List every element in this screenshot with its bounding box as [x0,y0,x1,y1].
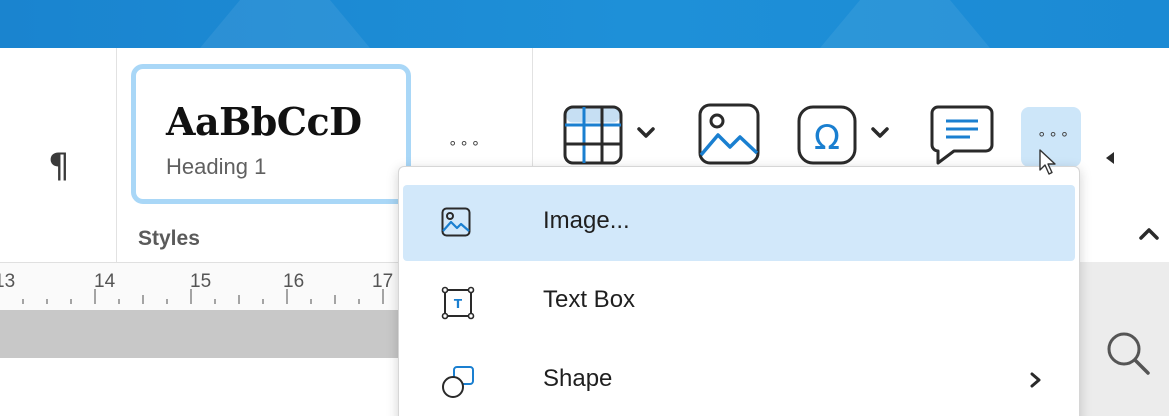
horizontal-ruler[interactable]: 13 14 15 16 17 [0,262,400,310]
scroll-left-arrow-icon[interactable] [1104,150,1116,169]
text-box-icon: T [441,286,475,324]
comment-icon[interactable] [930,103,994,171]
style-sample-text: AaBbCcD [166,99,362,144]
image-icon[interactable] [698,103,760,169]
style-heading-1-card[interactable]: AaBbCcD Heading 1 [131,64,411,204]
pilcrow-icon[interactable]: ¶ [48,146,70,186]
ruler-number: 17 [372,271,394,292]
submenu-chevron-right-icon [1029,371,1043,393]
title-bar [0,0,1169,48]
table-dropdown-chevron-icon[interactable] [636,125,656,144]
ruler-number: 14 [94,271,116,292]
ruler-number: 13 [0,271,16,292]
menu-item-label: Text Box [543,286,636,313]
title-bar-decoration [820,0,990,48]
menu-item-image[interactable]: Image... [403,185,1075,261]
svg-text:T: T [454,297,463,311]
menu-item-label: Shape [543,365,613,392]
styles-more-button[interactable]: ∘∘∘ [448,134,482,152]
title-bar-decoration [200,0,370,48]
menu-item-shape[interactable]: Shape [403,343,1075,416]
more-dots-label: ∘∘∘ [1037,125,1072,143]
shape-icon [441,365,475,403]
styles-group-label: Styles [138,227,200,250]
special-character-dropdown-chevron-icon[interactable] [870,125,890,144]
ribbon-separator [116,48,117,262]
mouse-cursor-icon [1038,148,1058,180]
table-icon[interactable] [563,105,623,169]
image-icon [441,207,471,241]
ruler-number: 16 [283,271,305,292]
omega-icon[interactable]: Ω [797,105,857,169]
document-page[interactable] [0,358,400,416]
collapse-ribbon-chevron-icon[interactable] [1137,226,1161,246]
document-background [0,310,400,358]
insert-more-menu: Image... T Text Box Shape [398,166,1080,416]
svg-text:Ω: Ω [814,118,840,158]
ruler-number: 15 [190,271,212,292]
search-icon[interactable] [1105,330,1151,380]
menu-item-text-box[interactable]: T Text Box [403,264,1075,340]
style-name: Heading 1 [166,154,267,179]
menu-item-label: Image... [543,207,630,234]
